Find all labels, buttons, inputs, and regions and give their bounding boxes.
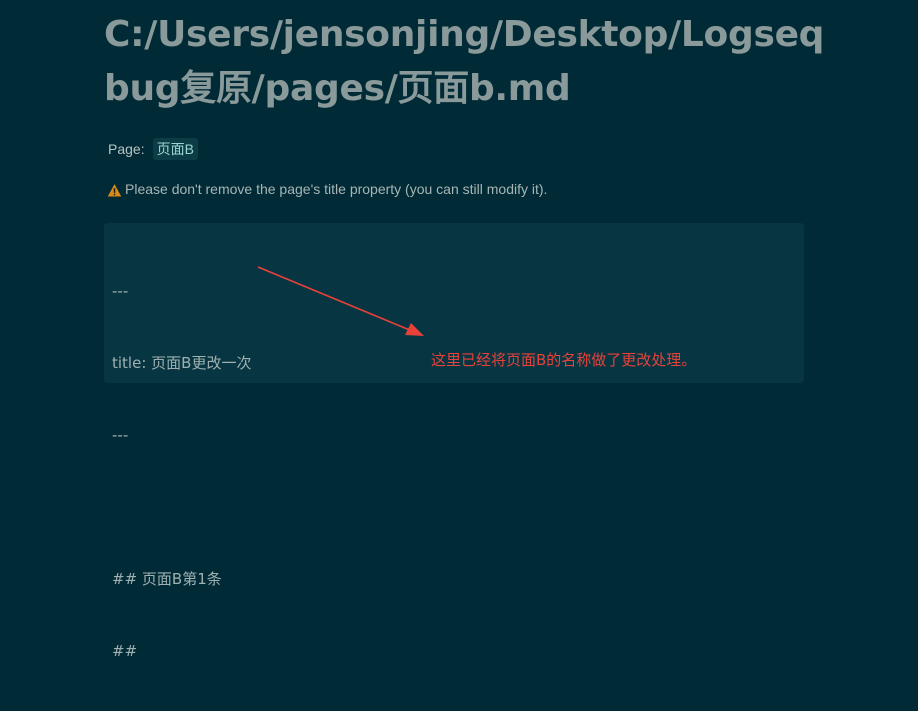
warning-text: Please don't remove the page's title pro… bbox=[125, 181, 548, 197]
code-line: ## 页面B第1条 bbox=[112, 570, 222, 588]
page-ref-link[interactable]: 页面B bbox=[152, 138, 198, 160]
code-line: --- bbox=[112, 282, 129, 300]
title-warning: Please don't remove the page's title pro… bbox=[107, 180, 547, 198]
code-line: ## bbox=[112, 642, 138, 660]
page-title: C:/Users/jensonjing/Desktop/Logseq bug复原… bbox=[104, 14, 825, 109]
code-lines: --- title: 页面B更改一次 --- ## 页面B第1条 ## bbox=[112, 231, 251, 711]
property-key: Page: bbox=[108, 141, 145, 157]
page-property: Page: 页面B bbox=[108, 138, 198, 160]
warning-triangle-icon bbox=[107, 184, 122, 197]
annotation-text: 这里已经将页面B的名称做了更改处理。 bbox=[431, 351, 697, 369]
code-line: --- bbox=[112, 426, 129, 444]
code-line: title: 页面B更改一次 bbox=[112, 354, 252, 372]
